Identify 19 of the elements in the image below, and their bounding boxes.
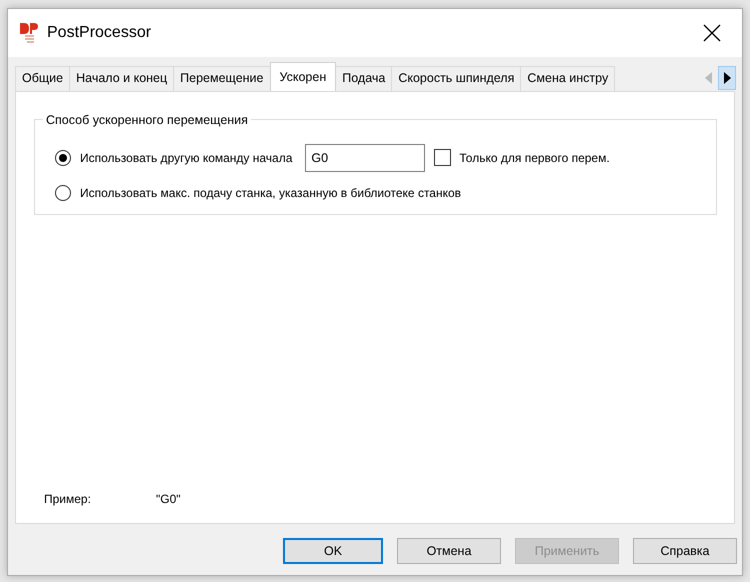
- scroll-right-icon[interactable]: [718, 66, 736, 90]
- command-field[interactable]: G0: [305, 144, 426, 172]
- radio-button[interactable]: [55, 150, 71, 166]
- dialog-button[interactable]: Справка: [633, 538, 737, 564]
- checkbox[interactable]: [434, 149, 452, 166]
- option-label: Использовать макс. подачу станка, указанную в библиотеке станков: [80, 184, 462, 202]
- tab[interactable]: Общие: [15, 66, 70, 91]
- tab[interactable]: Смена инстру: [520, 66, 616, 91]
- tab[interactable]: Ускорен: [270, 62, 336, 91]
- app-logo-icon: [19, 22, 39, 44]
- dialog-button[interactable]: OK: [283, 538, 383, 564]
- dialog-button[interactable]: Отмена: [397, 538, 501, 564]
- option-label: Использовать другую команду начала: [80, 150, 292, 166]
- example-label: Пример:: [44, 491, 92, 508]
- close-icon: [703, 24, 721, 42]
- example-value: "G0": [156, 491, 181, 508]
- radio-button[interactable]: [55, 184, 71, 200]
- window-title: PostProcessor: [47, 23, 152, 43]
- checkbox-label: Только для первого перем.: [459, 150, 610, 166]
